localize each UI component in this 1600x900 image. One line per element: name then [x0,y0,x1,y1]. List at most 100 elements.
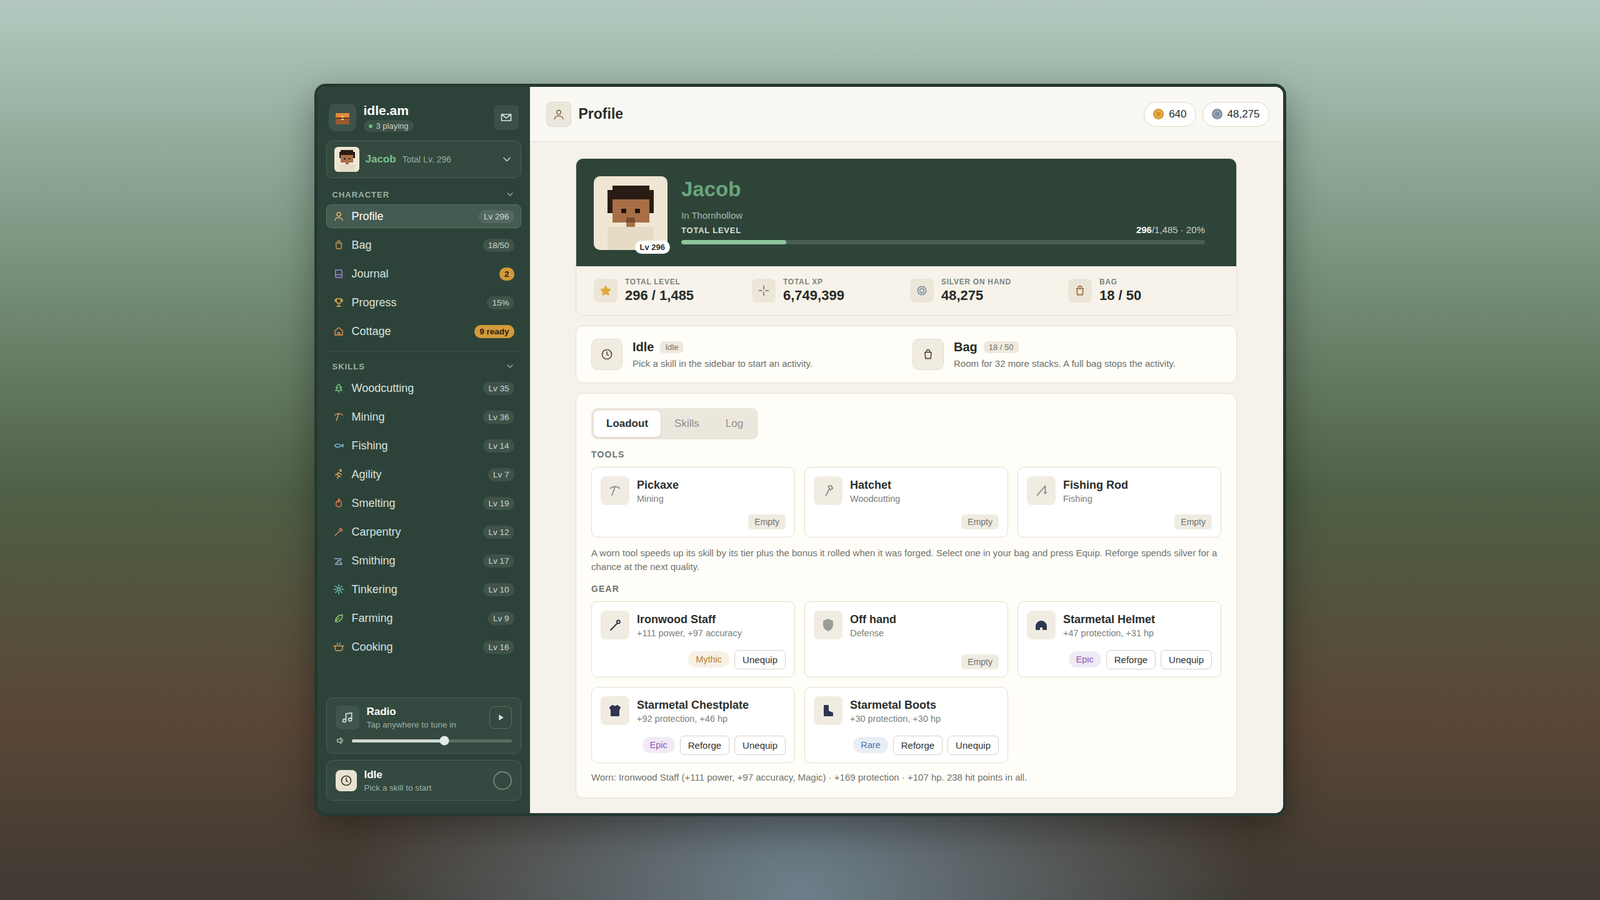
activity-title: Idle [364,768,432,782]
tab[interactable]: Skills [661,410,712,437]
running-icon [333,468,345,480]
trophy-icon [333,296,345,309]
bar-label: TOTAL LEVEL [681,225,742,235]
user-icon [333,210,345,222]
fish-icon [333,440,345,452]
bag-icon [1068,278,1092,303]
volume-icon [335,735,346,746]
avatar-icon [593,176,668,250]
stat: TOTAL LEVEL296 / 1,485 [593,277,745,304]
main-panel: Profile64048,275 Lv 296JacobIn Thornhollo… [530,86,1284,814]
tools-note: A worn tool speeds up its skill by its t… [591,546,1222,574]
sidebar-item[interactable]: WoodcuttingLv 35 [326,376,522,400]
sidebar-item[interactable]: FarmingLv 9 [326,606,522,630]
empty-tag: Empty [1174,514,1212,530]
mail-icon [500,111,513,124]
section-label: TOOLS [591,449,1222,460]
item-badge: Lv 10 [483,583,514,597]
coin-icon [1211,108,1223,120]
book-icon [333,268,345,280]
chevron-icon [505,189,515,200]
sidebar-item[interactable]: CookingLv 16 [326,635,522,659]
sidebar-item[interactable]: MiningLv 36 [326,405,522,429]
sidebar-item[interactable]: AgilityLv 7 [326,462,522,487]
slider-knob[interactable] [439,736,449,746]
item-badge: Lv 9 [488,611,515,625]
coin-icon [1153,108,1164,120]
bag-icon [333,239,345,251]
play-button[interactable] [489,706,512,729]
sidebar-item[interactable]: Journal2 [326,261,522,286]
sidebar-item[interactable]: Progress15% [326,290,522,315]
gear-icon [333,583,345,595]
currency-pill: 48,275 [1202,101,1270,127]
rarity-tag: Epic [642,736,675,754]
loadout-card: LoadoutSkillsLog TOOLS PickaxeMiningEmptyH… [575,393,1237,799]
tool-slot[interactable]: PickaxeMiningEmpty [591,466,795,538]
action-button[interactable]: Unequip [734,735,786,755]
sidebar-item[interactable]: ProfileLv 296 [326,204,522,229]
sidebar-item[interactable]: CarpentryLv 12 [326,520,522,544]
chevron-down-icon [500,153,514,166]
gear-slot[interactable]: Starmetal Helmet+47 protection, +31 hpEp… [1017,601,1222,678]
action-button[interactable]: Unequip [1160,650,1212,670]
sidebar-item[interactable]: Bag18/50 [326,233,522,257]
tool-slot[interactable]: HatchetWoodcuttingEmpty [804,466,1009,538]
item-badge: Lv 296 [478,210,515,224]
chevron-icon [505,361,515,372]
radio-panel: RadioTap anywhere to tune in [326,697,522,754]
gear-slot[interactable]: Ironwood Staff+111 power, +97 accuracyMy… [591,601,795,678]
tab[interactable]: Log [713,410,756,437]
tool-slot[interactable]: Fishing RodFishingEmpty [1017,466,1222,538]
tab[interactable]: Loadout [593,410,661,437]
play-icon [495,712,506,723]
item-badge: 18/50 [483,238,515,252]
mail-button[interactable] [493,105,519,130]
brand: idle.am3 playing [326,103,522,132]
sidebar-item[interactable]: FishingLv 14 [326,433,522,458]
rarity-tag: Rare [853,736,888,754]
gear-slot[interactable]: Starmetal Chestplate+92 protection, +46 … [591,686,795,764]
section-header[interactable]: CHARACTER [326,189,522,200]
saw-icon [333,526,345,538]
gear-summary: Worn: Ironwood Staff (+111 power, +97 ac… [591,770,1222,785]
action-button[interactable]: Unequip [734,650,786,670]
app-name: idle.am [363,103,414,119]
volume-slider[interactable] [351,739,512,743]
sidebar-item[interactable]: SmithingLv 17 [326,548,522,573]
activity-hint: Pick a skill to start [364,783,432,793]
top-bar: Profile64048,275 [530,86,1284,142]
boots-icon [813,696,843,725]
empty-tag: Empty [961,654,999,670]
profile-card: Lv 296JacobIn ThornhollowTOTAL LEVEL296/… [575,158,1237,316]
action-button[interactable]: Reforge [680,735,730,755]
gear-slot[interactable]: Off handDefenseEmpty [804,601,1009,678]
status-tag: 18 / 50 [983,341,1019,354]
character-select[interactable]: JacobTotal Lv. 296 [326,140,522,179]
rarity-tag: Epic [1068,651,1102,668]
section-header[interactable]: SKILLS [326,361,522,372]
online-dot [368,124,373,129]
status-item: Bag18 / 50Room for 32 more stacks. A ful… [912,338,1222,370]
level-badge: Lv 296 [635,240,670,254]
app-window: idle.am3 playing JacobTotal Lv. 296 CHARAC… [314,83,1287,817]
anvil-icon [333,555,345,567]
sidebar-item[interactable]: Cottage9 ready [326,319,522,344]
fishing-rod-icon [1026,476,1056,505]
action-button[interactable]: Reforge [893,735,943,755]
star-icon [593,278,618,303]
sidebar-item[interactable]: TinkeringLv 10 [326,577,522,602]
logo-icon [328,103,357,132]
empty-tag: Empty [748,514,786,530]
gear-slot[interactable]: Starmetal Boots+30 protection, +30 hpRar… [804,686,1009,764]
house-icon [333,325,345,337]
stat: SILVER ON HAND48,275 [910,277,1061,304]
empty-tag: Empty [961,514,999,530]
action-button[interactable]: Unequip [947,735,999,755]
sidebar-item[interactable]: SmeltingLv 19 [326,491,522,515]
activity-panel[interactable]: IdlePick a skill to start [326,760,522,801]
action-button[interactable]: Reforge [1106,650,1156,670]
item-badge: Lv 36 [483,410,514,424]
pot-icon [333,641,345,653]
status-tag: Idle [660,341,684,354]
